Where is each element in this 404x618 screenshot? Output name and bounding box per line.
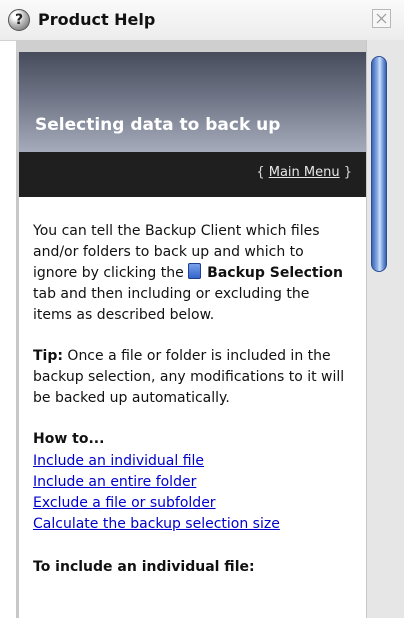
- topic-title: Selecting data to back up: [35, 115, 281, 135]
- howto-heading: How to...: [33, 431, 105, 447]
- tip-paragraph: Tip: Once a file or folder is included i…: [33, 346, 352, 409]
- frame-top: [16, 40, 366, 52]
- help-icon: ?: [8, 9, 30, 31]
- close-button[interactable]: [372, 9, 391, 28]
- help-content[interactable]: You can tell the Backup Client which fil…: [19, 197, 366, 618]
- main-menu-link[interactable]: Main Menu: [269, 165, 340, 180]
- howto-links: Include an individual file Include an en…: [33, 451, 352, 535]
- section-heading: To include an individual file:: [33, 559, 255, 575]
- link-include-file[interactable]: Include an individual file: [33, 451, 352, 472]
- link-include-folder[interactable]: Include an entire folder: [33, 472, 352, 493]
- backup-selection-tab-label: Backup Selection: [207, 265, 343, 281]
- tip-label: Tip:: [33, 348, 63, 364]
- brace-close: }: [339, 165, 352, 180]
- brace-open: {: [256, 165, 269, 180]
- window-title: Product Help: [38, 10, 156, 29]
- nav-bar: { Main Menu }: [19, 152, 366, 197]
- close-icon: [376, 13, 387, 24]
- vertical-scrollbar[interactable]: [366, 40, 404, 618]
- intro-paragraph: You can tell the Backup Client which fil…: [33, 221, 352, 326]
- nav-container: { Main Menu }: [256, 164, 352, 182]
- intro-text-2: tab and then including or excluding the …: [33, 286, 310, 323]
- scrollbar-thumb[interactable]: [371, 56, 387, 272]
- title-bar: ? Product Help: [0, 0, 404, 41]
- tip-text: Once a file or folder is included in the…: [33, 348, 345, 406]
- topic-header: Selecting data to back up: [19, 52, 366, 152]
- link-calculate-size[interactable]: Calculate the backup selection size: [33, 514, 352, 535]
- link-exclude-file[interactable]: Exclude a file or subfolder: [33, 493, 352, 514]
- backup-selection-icon: [188, 263, 202, 279]
